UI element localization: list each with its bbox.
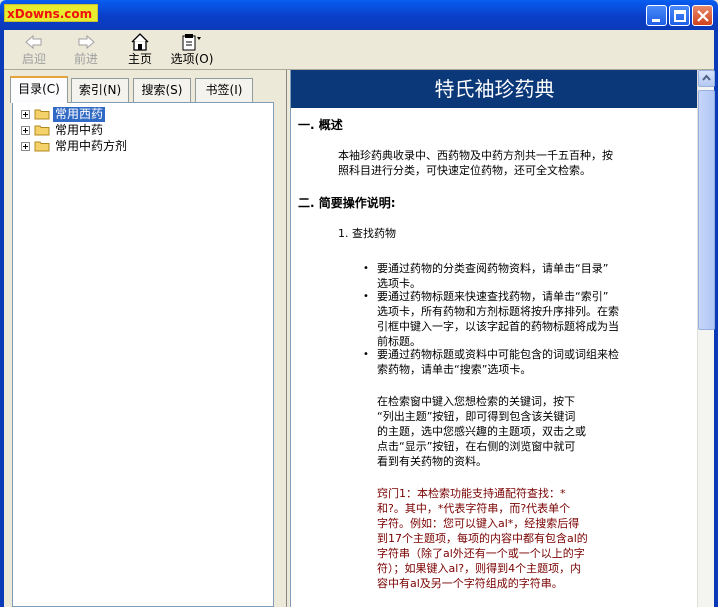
list-item-heading: 1. 查找药物 [338, 227, 396, 240]
close-button[interactable] [692, 5, 713, 26]
page-title: 特氏袖珍药典 [291, 70, 697, 108]
bullet-line: 要通过药物的分类查阅药物资料，请单击“目录” [363, 261, 608, 276]
scroll-up-button[interactable] [698, 70, 715, 87]
expand-icon[interactable] [21, 125, 30, 135]
tree-node-prescriptions[interactable]: 常用中药方剂 [21, 138, 129, 154]
home-label: 主页 [127, 52, 152, 66]
close-icon [697, 10, 709, 22]
paragraph-line: 本袖珍药典收录中、西药物及中药方剂共一千五百种，按 [338, 149, 613, 162]
folder-icon [34, 141, 50, 152]
paragraph-line: “列出主题”按钮，即可得到包含该关键词 [377, 410, 576, 423]
back-button[interactable]: 启迎 [12, 32, 56, 68]
tree-node-label: 常用西药 [53, 106, 106, 122]
contents-tree: 常用西药 常用中药 常用中药方剂 [12, 102, 274, 607]
tip-line: 到17个主题项，每项的内容中都有包含al的 [377, 532, 588, 545]
tab-search[interactable]: 搜索(S) [133, 78, 191, 102]
paragraph-line: 照科目进行分类，可快速定位药物，还可全文检索。 [338, 164, 591, 177]
tip-line: 和?。其中，*代表字符串，而?代表单个 [377, 502, 571, 515]
tree-node-label: 常用中药 [55, 122, 104, 137]
navigation-pane: 目录(C) 索引(N) 搜索(S) 书签(I) 常用西药 常用中药 常用中药方剂 [4, 70, 287, 607]
bullet-continuation: 索药物，请单击“搜索”选项卡。 [377, 363, 532, 376]
paragraph-line: 点击“显示”按钮，在右侧的浏览窗中就可 [377, 440, 576, 453]
paragraph-line: 的主题，选中您感兴趣的主题项，双击之或 [377, 425, 586, 438]
forward-label: 前进 [73, 52, 98, 66]
vertical-scrollbar[interactable] [697, 70, 715, 607]
content-pane: 特氏袖珍药典 一. 概述 本袖珍药典收录中、西药物及中药方剂共一千五百种，按 照… [290, 70, 697, 607]
paragraph-line: 在检索窗中键入您想检索的关键词，按下 [377, 395, 575, 408]
maximize-icon [674, 10, 686, 22]
forward-button[interactable]: 前进 [64, 32, 108, 68]
home-icon [131, 33, 149, 51]
minimize-icon [652, 19, 660, 22]
bullet-continuation: 选项卡，所有药物和方剂标题将按升序排列。在索 [377, 305, 619, 318]
app-logo: xDowns.com [4, 4, 98, 22]
options-icon [182, 34, 201, 51]
options-label: 选项(O) [170, 52, 214, 66]
bullet-line: 要通过药物标题或资料中可能包含的词或词组来检 [363, 347, 619, 362]
tip-line: 符）；如果键入al?，则得到4个主题项，内 [377, 562, 582, 575]
arrow-up-icon [702, 74, 711, 81]
tree-node-chinese-medicine[interactable]: 常用中药 [21, 122, 105, 138]
folder-icon [34, 125, 50, 136]
tip-line: 字符。例如：您可以键入al*，经搜索后得 [377, 517, 580, 530]
expand-icon[interactable] [21, 109, 30, 119]
tab-index[interactable]: 索引(N) [71, 78, 129, 102]
section-heading: 一. 概述 [298, 118, 343, 132]
title-bar[interactable]: xDowns.com [0, 0, 718, 30]
tab-bookmarks[interactable]: 书签(I) [195, 78, 253, 102]
tree-node-label: 常用中药方剂 [55, 138, 128, 153]
minimize-button[interactable] [646, 5, 667, 26]
bullet-continuation: 引框中键入一字，以该字起首的药物标题将成为当 [377, 320, 619, 333]
tip-line: 窍门1：本检索功能支持通配符查找：* [377, 487, 566, 500]
toolbar: 启迎 前进 主页 选项(O) [4, 30, 714, 70]
tree-node-western-medicine[interactable]: 常用西药 [21, 106, 106, 122]
section-heading: 二. 简要操作说明: [298, 196, 396, 210]
forward-arrow-icon [78, 34, 95, 50]
options-button[interactable]: 选项(O) [170, 32, 214, 68]
back-label: 启迎 [21, 52, 46, 66]
home-button[interactable]: 主页 [118, 32, 162, 68]
tab-contents[interactable]: 目录(C) [10, 76, 68, 103]
tip-line: 字符串（除了al外还有一个或一个以上的字 [377, 547, 585, 560]
expand-icon[interactable] [21, 141, 30, 151]
paragraph-line: 看到有关药物的资料。 [377, 455, 487, 468]
maximize-button[interactable] [669, 5, 690, 26]
tip-line: 容中有al及另一个字符组成的字符串。 [377, 577, 563, 590]
folder-icon [34, 109, 50, 120]
scroll-thumb[interactable] [698, 90, 715, 330]
back-arrow-icon [25, 34, 42, 50]
bullet-line: 要通过药物标题来快速查找药物，请单击“索引” [363, 289, 608, 304]
